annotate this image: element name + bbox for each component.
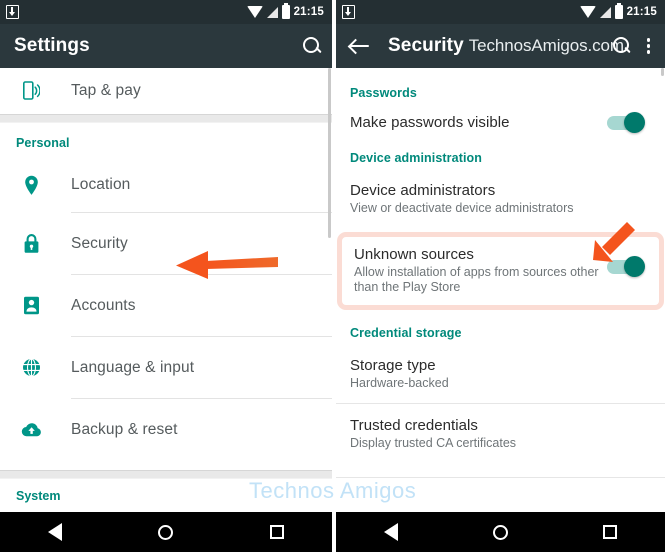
row-title: Make passwords visible <box>350 114 510 131</box>
section-header-passwords: Passwords <box>350 86 417 100</box>
right-toolbar: Security TechnosAmigos.com <box>336 24 665 68</box>
row-device-administrators[interactable]: Device administrators View or deactivate… <box>336 171 665 228</box>
nav-back-icon[interactable] <box>48 523 63 541</box>
row-subtitle: View or deactivate device administrators <box>350 201 574 215</box>
nav-recents-icon[interactable] <box>269 525 284 539</box>
row-storage-type[interactable]: Storage type Hardware-backed <box>336 346 665 403</box>
section-separator-band <box>0 114 332 123</box>
row-title: Unknown sources <box>354 246 474 263</box>
nfc-icon <box>16 81 46 101</box>
sidebar-item-label: Language & input <box>71 358 195 376</box>
list-item-tap-and-pay[interactable]: Tap & pay <box>0 68 332 114</box>
sidebar-item-label: Security <box>71 234 128 252</box>
signal-icon <box>266 6 278 18</box>
sidebar-item-label: Backup & reset <box>71 420 178 438</box>
list-divider <box>336 477 665 478</box>
sidebar-item-language-input[interactable]: Language & input <box>0 337 332 398</box>
battery-icon <box>281 2 290 19</box>
row-subtitle: Hardware-backed <box>350 376 449 390</box>
sidebar-item-label: Location <box>71 176 131 193</box>
scrollbar-thumb[interactable] <box>328 68 331 238</box>
wifi-icon <box>579 5 596 18</box>
left-status-bar: 21:15 <box>0 0 332 24</box>
partial-row-top <box>336 68 665 80</box>
nav-recents-icon[interactable] <box>603 525 618 539</box>
right-phone-screenshot: 21:15 Security TechnosAmigos.com Passwor… <box>336 0 665 552</box>
right-security-list[interactable]: Passwords Make passwords visible Device … <box>336 68 665 512</box>
watermark-toolbar-text: TechnosAmigos.com <box>468 36 624 55</box>
overflow-menu-icon[interactable] <box>642 38 656 54</box>
wifi-icon <box>246 5 263 18</box>
page-title: Settings <box>14 35 90 56</box>
status-clock: 21:15 <box>293 6 324 18</box>
status-left-icons <box>6 5 19 19</box>
section-header-device-administration: Device administration <box>350 151 483 165</box>
search-icon[interactable] <box>302 36 322 56</box>
left-phone-screenshot: 21:15 Settings Tap & pay Personal Locati… <box>0 0 332 552</box>
scrollbar-thumb[interactable] <box>661 68 664 76</box>
dual-screenshot-container: 21:15 Settings Tap & pay Personal Locati… <box>0 0 665 552</box>
sidebar-item-security[interactable]: Security <box>0 213 332 274</box>
sidebar-item-backup-reset[interactable]: Backup & reset <box>0 399 332 460</box>
row-make-passwords-visible[interactable]: Make passwords visible <box>336 108 665 145</box>
left-toolbar: Settings <box>0 24 332 68</box>
row-texts: Storage type Hardware-backed <box>350 357 649 391</box>
cloud-upload-icon <box>16 422 46 438</box>
sidebar-item-location[interactable]: Location <box>0 158 332 212</box>
highlight-box-unknown-sources: Unknown sources Allow installation of ap… <box>337 232 664 310</box>
globe-icon <box>16 358 46 377</box>
row-subtitle: Display trusted CA certificates <box>350 436 517 450</box>
search-icon[interactable] <box>612 36 632 56</box>
row-title: Device administrators <box>350 182 496 199</box>
status-left-icons <box>342 5 355 19</box>
row-texts: Make passwords visible <box>350 114 601 131</box>
back-arrow-icon[interactable] <box>350 36 372 56</box>
list-item-label: Tap & pay <box>71 82 141 99</box>
status-clock: 21:15 <box>626 6 657 18</box>
nav-home-icon[interactable] <box>158 524 174 540</box>
battery-icon <box>614 2 623 19</box>
right-navigation-bar <box>336 512 665 552</box>
sidebar-item-label: Accounts <box>71 296 136 314</box>
section-header-credential-storage: Credential storage <box>350 326 462 340</box>
download-icon <box>342 5 355 19</box>
status-right-icons: 21:15 <box>246 2 324 19</box>
page-title: Security <box>388 35 464 56</box>
account-icon <box>16 296 46 315</box>
download-icon <box>6 5 19 19</box>
signal-icon <box>599 6 611 18</box>
section-separator-band <box>0 470 332 479</box>
right-status-bar: 21:15 <box>336 0 665 24</box>
left-settings-list[interactable]: Tap & pay Personal Location Security Acc… <box>0 68 332 512</box>
row-texts: Unknown sources Allow installation of ap… <box>354 246 601 295</box>
right-toolbar-actions <box>612 36 656 56</box>
nav-home-icon[interactable] <box>492 524 508 540</box>
row-texts: Trusted credentials Display trusted CA c… <box>350 417 649 451</box>
toggle-make-passwords-visible[interactable] <box>607 111 645 133</box>
row-trusted-credentials[interactable]: Trusted credentials Display trusted CA c… <box>336 404 665 463</box>
row-title: Trusted credentials <box>350 417 478 434</box>
row-title: Storage type <box>350 357 436 374</box>
location-pin-icon <box>16 175 46 196</box>
row-unknown-sources[interactable]: Unknown sources Allow installation of ap… <box>342 237 659 305</box>
left-toolbar-actions <box>302 36 322 56</box>
lock-icon <box>16 233 46 254</box>
section-header-system: System <box>16 489 61 503</box>
section-header-personal: Personal <box>16 136 70 150</box>
toggle-unknown-sources[interactable] <box>607 256 645 277</box>
left-navigation-bar <box>0 512 332 552</box>
row-subtitle: Allow installation of apps from sources … <box>354 265 599 294</box>
sidebar-item-accounts[interactable]: Accounts <box>0 275 332 336</box>
row-texts: Device administrators View or deactivate… <box>350 182 649 216</box>
nav-back-icon[interactable] <box>383 523 398 541</box>
status-right-icons: 21:15 <box>579 2 657 19</box>
